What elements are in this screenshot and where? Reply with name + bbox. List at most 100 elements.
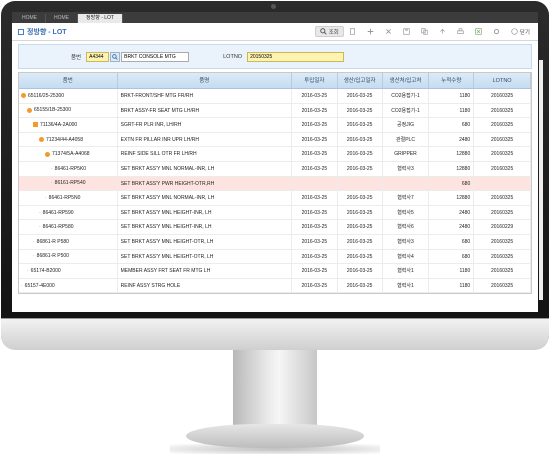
table-row[interactable]: 71234/44-A4058 EXTN FR PILLAR INR UPR LH/… <box>19 132 531 148</box>
cell-location <box>383 176 430 191</box>
table-row[interactable]: 71374/5A-A4068 REINF SIDE SILL OTR FR LH/… <box>19 147 532 162</box>
lot-input[interactable]: 20150325 <box>247 51 345 62</box>
upload-button[interactable] <box>435 26 452 37</box>
excel-button[interactable] <box>471 26 488 37</box>
part-no-text: 65155/1B-25300 <box>34 107 71 114</box>
part-code-input[interactable]: A4344 <box>86 51 110 62</box>
part-no-text: 71374/5A-A4068 <box>52 151 90 158</box>
add-icon <box>367 28 374 35</box>
cell-location: 협력사1 <box>383 278 430 293</box>
tree-node-icon[interactable] <box>39 137 44 143</box>
cell-input-date: 2016-03-25 <box>292 103 338 118</box>
cell-location: CO2용접기-1 <box>383 103 430 118</box>
table-row[interactable]: · 86461-RP580 SET BRKT ASS'Y MNL HEIGHT-IN… <box>19 220 531 235</box>
cell-qty: 2480 <box>429 132 475 147</box>
table-row[interactable]: · 86461-RP590 SET BRKT ASS'Y MNL HEIGHT-IN… <box>19 205 531 221</box>
header-input-date[interactable]: 투입일자 <box>292 73 338 88</box>
cell-location: 협력사1 <box>383 264 430 278</box>
cell-prod-date: 2016-03-25 <box>338 118 383 132</box>
cell-location: 협력사3 <box>383 161 430 176</box>
cell-location: GRIPPER <box>383 147 430 161</box>
grid-body: 65116/25-25300 BRKT-FRONT/SHF MTG FR/RH 20… <box>19 89 532 294</box>
cell-location: 협력사5 <box>383 205 430 220</box>
cell-input-date: 2016-03-25 <box>292 278 338 293</box>
tree-node-icon[interactable] <box>33 122 38 128</box>
cell-qty: 680 <box>429 249 475 264</box>
gear-icon <box>493 28 499 35</box>
cell-part-no: 65116/25-25300 <box>19 89 118 103</box>
cell-qty: 680 <box>429 176 475 191</box>
cell-prod-date: 2016-03-25 <box>338 89 383 103</box>
table-row[interactable]: · 86861-R P500 SET BRKT ASS'Y MNL HEIGHT-O… <box>19 249 531 265</box>
tree-leaf-icon: · <box>33 238 35 245</box>
cell-qty: 1180 <box>429 103 475 118</box>
header-prod-date[interactable]: 생산/입고일자 <box>338 73 383 88</box>
cell-qty: 2480 <box>429 205 475 220</box>
table-row[interactable]: · 86861-R P580 SET BRKT ASS'Y MNL HEIGHT-O… <box>19 234 531 250</box>
header-lot[interactable]: LOTNO <box>474 73 531 88</box>
search-button[interactable]: 조회 <box>314 26 344 37</box>
magnifier-icon <box>112 53 118 60</box>
cell-part-no: · 86861-R P580 <box>19 234 118 249</box>
save-button[interactable] <box>399 26 416 37</box>
table-row[interactable]: 65116/25-25300 BRKT-FRONT/SHF MTG FR/RH 20… <box>19 89 531 104</box>
cell-location: 협력사4 <box>383 249 430 264</box>
table-row[interactable]: · 86461-RP5N0 SET BRKT ASS'Y MNL NORMAL-IN… <box>19 191 532 206</box>
header-location[interactable]: 생산처/입고처 <box>383 73 430 88</box>
tree-node-icon[interactable] <box>27 107 32 113</box>
tab-forward-lot[interactable]: 정방향 - LOT <box>78 14 123 23</box>
tree-node-icon[interactable] <box>21 93 26 99</box>
table-row[interactable]: · 86161-RP540 SET BRKT ASS'Y PWR HEIGHT-OT… <box>19 176 531 192</box>
new-button[interactable] <box>345 26 362 37</box>
table-row[interactable]: · 65157-4E000 REINF ASSY STRG HOLE 2016-03-… <box>19 278 531 294</box>
cell-qty: 1180 <box>429 264 475 278</box>
table-row[interactable]: · 86461-RP5K0 SET BRKT ASS'Y MNL NORMAL-IN… <box>19 161 531 177</box>
cell-input-date: 2016-03-25 <box>292 220 338 234</box>
header-qty[interactable]: 누적수량 <box>429 73 475 88</box>
tree-node-icon[interactable] <box>45 151 50 157</box>
part-lookup-button[interactable] <box>110 51 121 62</box>
excel-icon <box>475 28 482 35</box>
print-button[interactable] <box>453 26 470 37</box>
copy-icon <box>421 28 428 35</box>
cell-part-name: SET BRKT ASS'Y PWR HEIGHT-OTR,RH <box>118 176 292 191</box>
cell-part-name: REINF ASSY STRG HOLE <box>118 278 292 293</box>
cell-location: CO2용접기-1 <box>383 89 430 103</box>
title-bar: 정방향 - LOT 조회 닫기 <box>12 23 538 41</box>
new-icon <box>349 28 355 35</box>
lot-grid: 품번 품명 투입일자 생산/입고일자 생산처/입고처 누적수량 LOTNO 65… <box>18 72 532 295</box>
header-part-name[interactable]: 품명 <box>118 73 292 88</box>
cell-part-no: · 65157-4E000 <box>19 278 118 293</box>
part-no-text: 86461-RP5N0 <box>48 194 81 201</box>
table-row[interactable]: · 65174-B2000 MEMBER ASSY FRT SEAT FR MTG … <box>19 264 531 279</box>
add-button[interactable] <box>363 26 380 37</box>
cell-lot: 20160325 <box>474 161 531 176</box>
cell-prod-date: 2016-03-25 <box>338 191 383 205</box>
cell-part-no: 71374/5A-A4068 <box>19 147 118 161</box>
tab-home-1[interactable]: HOME <box>14 14 46 23</box>
header-part-no[interactable]: 품번 <box>19 73 118 88</box>
cell-qty: 12880 <box>429 147 475 161</box>
part-name-field[interactable]: BRKT CONSOLE MTG <box>121 51 190 62</box>
table-row[interactable]: 65155/1B-25300 BRKT ASSY-FR SEAT MTG LH/R… <box>19 103 531 119</box>
tree-leaf-icon: · <box>39 224 41 231</box>
monitor-bezel: HOME HOME 정방향 - LOT 정방향 - LOT 조회 닫기 품번 A… <box>1 1 549 349</box>
cell-prod-date <box>338 176 383 191</box>
tree-leaf-icon: · <box>27 267 29 274</box>
cell-qty: 12880 <box>429 191 475 205</box>
settings-button[interactable] <box>489 26 506 37</box>
cell-input-date: 2016-03-25 <box>292 249 338 264</box>
cell-prod-date: 2016-03-25 <box>338 161 383 176</box>
vertical-scrollbar[interactable] <box>539 60 543 300</box>
copy-button[interactable] <box>417 26 434 37</box>
cell-prod-date: 2016-03-25 <box>338 103 383 118</box>
screen: HOME HOME 정방향 - LOT 정방향 - LOT 조회 닫기 품번 A… <box>12 12 538 312</box>
cell-part-name: BRKT ASSY-FR SEAT MTG LH/RH <box>118 103 292 118</box>
cell-part-no: · 86861-R P500 <box>19 249 118 264</box>
table-row[interactable]: 71136/4A-2A000 SGRT-FR PLR INR, LH/RH 2016… <box>19 118 531 133</box>
part-no-text: 86161-RP540 <box>54 180 86 187</box>
tab-home-2[interactable]: HOME <box>46 14 78 23</box>
close-button[interactable]: 닫기 <box>507 26 534 37</box>
delete-button[interactable] <box>381 26 398 37</box>
cell-lot: 20160325 <box>474 191 532 205</box>
